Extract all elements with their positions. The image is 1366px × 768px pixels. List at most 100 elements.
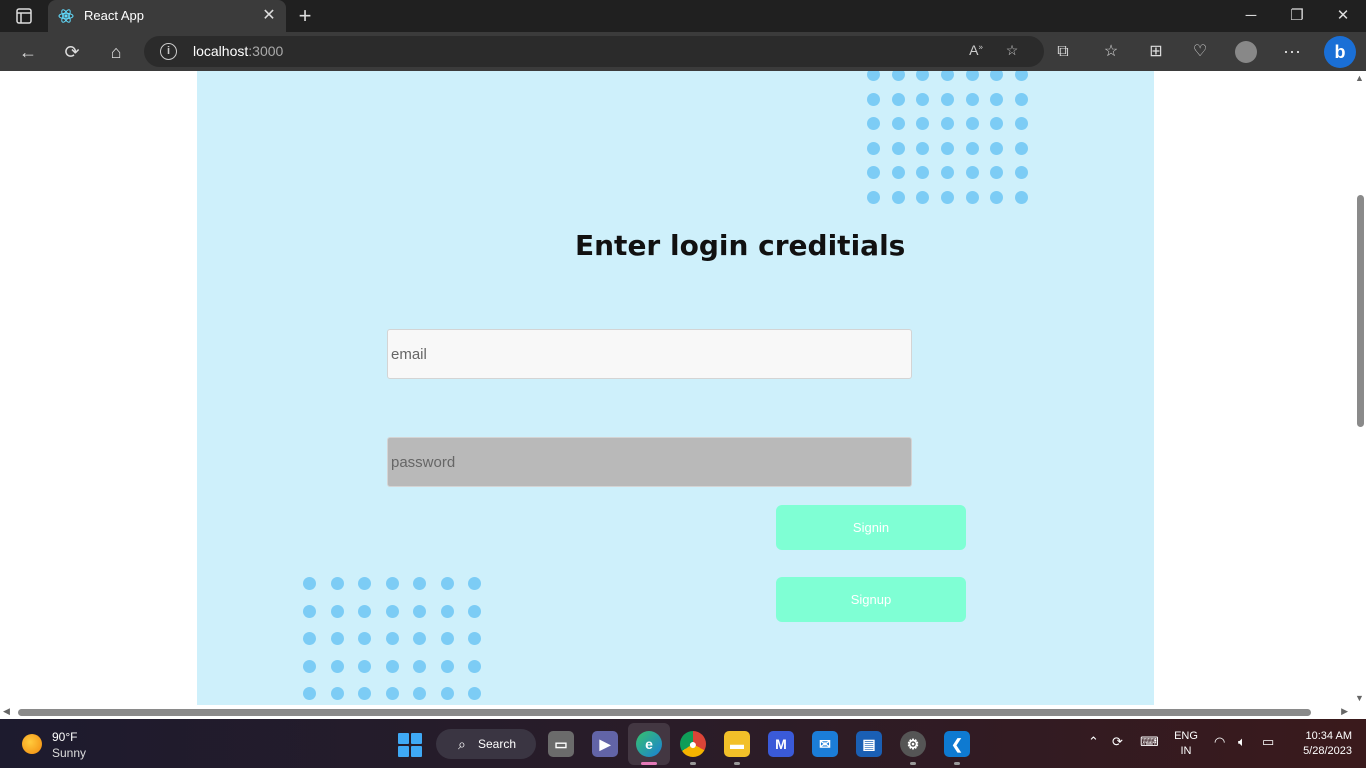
decorative-dot	[1015, 92, 1029, 106]
decorative-dot	[891, 71, 905, 81]
taskbar-search-button[interactable]: ⌕ Search	[436, 729, 536, 759]
scroll-down-icon[interactable]: ▼	[1355, 693, 1364, 703]
decorative-dot	[385, 687, 399, 700]
decorative-dot	[1015, 71, 1029, 81]
volume-icon[interactable]: 🔈︎	[1238, 734, 1246, 750]
scroll-left-icon[interactable]: ◀	[3, 706, 10, 717]
extensions-icon[interactable]: ⧉	[1050, 39, 1076, 65]
add-favorite-icon[interactable]: ☆	[1002, 42, 1022, 62]
mail-icon[interactable]: ✉	[812, 731, 838, 757]
horizontal-scroll-thumb[interactable]	[18, 709, 1311, 716]
edge-icon[interactable]: e	[636, 731, 662, 757]
close-window-button[interactable]: ✕	[1328, 4, 1358, 28]
read-aloud-icon[interactable]: A»	[966, 42, 986, 62]
chrome-icon[interactable]: ●	[680, 731, 706, 757]
site-info-icon[interactable]: i	[160, 43, 177, 60]
decorative-dot	[867, 141, 880, 155]
scroll-up-icon[interactable]: ▲	[1355, 73, 1364, 83]
decorative-dot	[413, 687, 426, 700]
teams-meet-icon[interactable]: ▶	[592, 731, 618, 757]
tab-close-icon[interactable]: ✕	[260, 5, 278, 25]
decorative-dot	[385, 659, 399, 673]
battery-icon[interactable]: ▭	[1262, 734, 1274, 750]
task-view-icon[interactable]: ▭	[548, 731, 574, 757]
decorative-dot	[965, 141, 979, 155]
decorative-dot	[990, 92, 1004, 106]
new-tab-button[interactable]: +	[294, 3, 316, 29]
decorative-dot	[358, 604, 371, 618]
tab-actions-icon[interactable]	[10, 6, 38, 26]
tab-react-app[interactable]: React App ✕	[48, 0, 286, 32]
weather-temperature[interactable]: 90°F	[52, 730, 77, 744]
profile-icon[interactable]	[1233, 39, 1259, 65]
decorative-dot	[413, 604, 426, 618]
decorative-dot	[916, 92, 930, 106]
decorative-dot	[990, 190, 1004, 204]
address-bar[interactable]: i localhost:3000 A» ☆	[144, 36, 1044, 67]
minimize-button[interactable]: ─	[1236, 4, 1266, 28]
collections-icon[interactable]: ⊞	[1143, 39, 1169, 65]
scroll-right-icon[interactable]: ▶	[1341, 706, 1348, 717]
url-text: localhost:3000	[193, 43, 284, 59]
decorative-dot	[891, 190, 905, 204]
favorites-icon[interactable]: ☆	[1098, 39, 1124, 65]
language-indicator[interactable]: ENG IN	[1173, 729, 1199, 759]
decorative-dot	[303, 659, 316, 673]
decorative-dot	[916, 190, 930, 204]
decorative-dot	[867, 190, 880, 204]
decorative-dot	[385, 577, 399, 590]
file-explorer-icon[interactable]: ▬	[724, 731, 750, 757]
start-icon[interactable]	[398, 733, 422, 757]
health-icon[interactable]: ♡	[1187, 39, 1213, 65]
more-icon[interactable]: ⋯	[1279, 39, 1305, 65]
vscode-icon[interactable]: ❮	[944, 731, 970, 757]
refresh-icon[interactable]: ⟳	[59, 39, 85, 65]
decorative-dot	[916, 141, 930, 155]
decorative-dot	[330, 687, 344, 700]
decorative-dot	[1015, 166, 1029, 180]
back-icon[interactable]: ←	[15, 39, 41, 65]
password-field[interactable]: password	[387, 437, 912, 487]
decorative-dot	[941, 71, 955, 81]
decorative-dot	[468, 604, 481, 618]
decorative-dot	[891, 92, 905, 106]
sun-icon[interactable]	[22, 734, 42, 754]
store-icon[interactable]: ▤	[856, 731, 882, 757]
decorative-dot	[1015, 117, 1029, 131]
horizontal-scrollbar[interactable]: ◀ ▶	[0, 705, 1354, 719]
home-icon[interactable]: ⌂	[103, 39, 129, 65]
decorative-dot	[358, 632, 371, 645]
decorative-dot	[440, 659, 454, 673]
visual-studio-icon[interactable]: M	[768, 731, 794, 757]
decorative-dot	[358, 659, 371, 673]
vertical-scroll-thumb[interactable]	[1357, 195, 1364, 427]
keyboard-icon[interactable]: ⌨	[1140, 734, 1159, 750]
decorative-dot	[468, 687, 481, 700]
system-clock[interactable]: 10:34 AM 5/28/2023	[1292, 729, 1352, 759]
page-title: Enter login creditials	[575, 229, 906, 262]
decorative-dot	[440, 687, 454, 700]
sync-icon[interactable]: ⟳	[1112, 734, 1123, 750]
decorative-dot	[330, 604, 344, 618]
decorative-dot	[916, 117, 930, 131]
signin-button[interactable]: Signin	[776, 505, 966, 550]
decorative-dot	[990, 117, 1004, 131]
decorative-dot	[358, 687, 371, 700]
decorative-dot	[1015, 190, 1029, 204]
bing-icon[interactable]: b	[1324, 36, 1356, 68]
settings-icon[interactable]: ⚙	[900, 731, 926, 757]
decorative-dot	[941, 117, 955, 131]
decorative-dot	[330, 659, 344, 673]
decorative-dot	[468, 632, 481, 645]
weather-condition[interactable]: Sunny	[52, 746, 86, 760]
email-field[interactable]: email	[387, 329, 912, 379]
browser-toolbar: ← ⟳ ⌂ i localhost:3000 A» ☆ ⧉ ☆ ⊞ ♡ ⋯ b	[0, 32, 1366, 71]
show-hidden-icons-icon[interactable]: ⌃	[1088, 734, 1099, 750]
decorative-dot	[303, 687, 316, 700]
signup-button[interactable]: Signup	[776, 577, 966, 622]
vertical-scrollbar[interactable]: ▲ ▼	[1354, 71, 1366, 705]
search-icon: ⌕	[458, 736, 466, 752]
decorative-dot	[891, 141, 905, 155]
restore-button[interactable]: ❐	[1282, 4, 1312, 28]
wifi-icon[interactable]: ◠	[1214, 734, 1225, 750]
